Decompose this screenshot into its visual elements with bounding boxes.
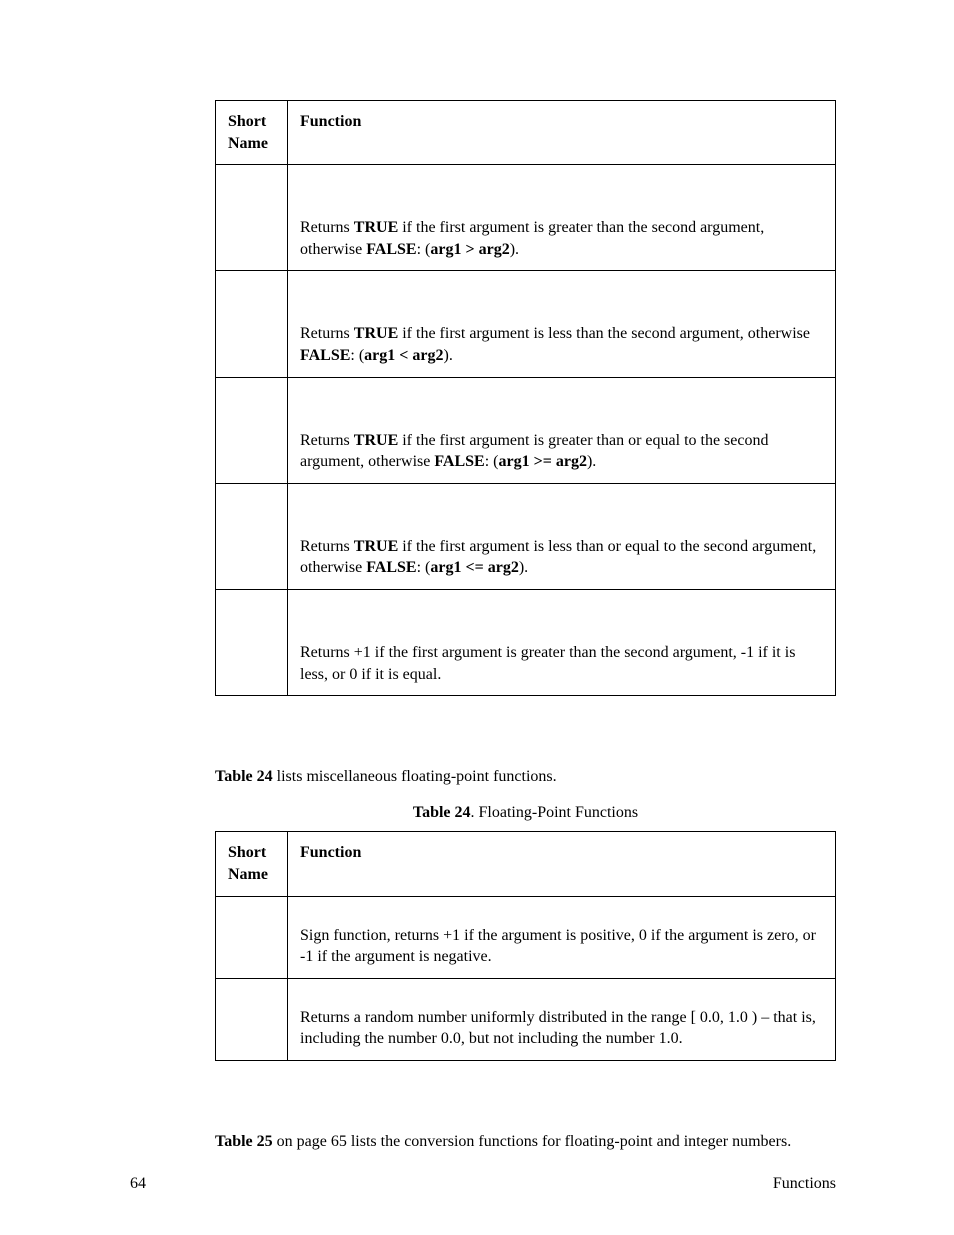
document-page: Short Name Function Returns TRUE if the … [0,0,954,1235]
short-name-cell [216,165,288,271]
function-description-cell: Returns TRUE if the first argument is gr… [288,377,836,483]
table-row: Returns TRUE if the first argument is le… [216,271,836,377]
table-row: Returns TRUE if the first argument is le… [216,483,836,589]
function-description-cell: Sign function, returns +1 if the argumen… [288,896,836,978]
function-description-cell: Returns a random number uniformly distri… [288,978,836,1060]
table-caption: Table 24. Floating-Point Functions [215,802,836,824]
table-row: Returns a random number uniformly distri… [216,978,836,1060]
function-description-cell: Returns TRUE if the first argument is le… [288,483,836,589]
section-title: Functions [773,1175,836,1193]
header-function: Function [288,832,836,896]
function-description-cell: Returns TRUE if the first argument is le… [288,271,836,377]
page-number: 64 [130,1175,146,1193]
floating-point-functions-table: Short Name Function Sign function, retur… [215,831,836,1061]
header-short-name: Short Name [216,832,288,896]
table-reference-paragraph: Table 25 on page 65 lists the conversion… [215,1131,836,1153]
function-description-cell: Returns TRUE if the first argument is gr… [288,165,836,271]
short-name-cell [216,896,288,978]
comparison-functions-table: Short Name Function Returns TRUE if the … [215,100,836,696]
table-header-row: Short Name Function [216,101,836,165]
header-short-name: Short Name [216,101,288,165]
table-row: Returns TRUE if the first argument is gr… [216,165,836,271]
page-content: Short Name Function Returns TRUE if the … [215,100,836,1152]
page-footer: 64 Functions [130,1175,836,1193]
short-name-cell [216,978,288,1060]
table-reference-paragraph: Table 24 lists miscellaneous floating-po… [215,766,836,788]
header-function: Function [288,101,836,165]
table-row: Returns TRUE if the first argument is gr… [216,377,836,483]
short-name-cell [216,271,288,377]
function-description-cell: Returns +1 if the first argument is grea… [288,589,836,695]
short-name-cell [216,377,288,483]
table-header-row: Short Name Function [216,832,836,896]
short-name-cell [216,589,288,695]
short-name-cell [216,483,288,589]
table-row: Returns +1 if the first argument is grea… [216,589,836,695]
table-row: Sign function, returns +1 if the argumen… [216,896,836,978]
